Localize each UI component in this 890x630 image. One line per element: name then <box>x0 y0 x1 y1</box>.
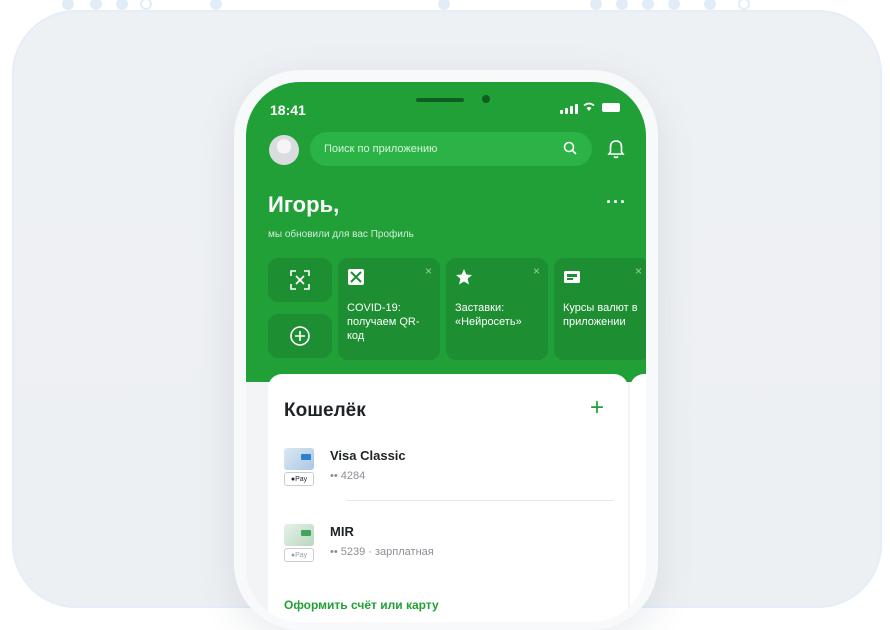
plus-circle-icon <box>290 326 310 346</box>
greeting-name: Игорь, <box>268 192 340 217</box>
battery-icon <box>602 103 620 112</box>
story-card[interactable]: × COVID-19: получаем QR-код <box>338 258 440 360</box>
story-card[interactable]: × Курсы валют в приложении <box>554 258 646 360</box>
dynamic-island <box>416 98 464 102</box>
search-input[interactable]: Поиск по приложению <box>310 132 592 166</box>
decorative-dot <box>668 0 680 10</box>
close-icon[interactable]: × <box>635 264 642 278</box>
decorative-dot <box>642 0 654 10</box>
next-card-edge <box>630 374 646 622</box>
decorative-dot <box>438 0 450 10</box>
decorative-dot <box>704 0 716 10</box>
currency-icon <box>564 271 580 283</box>
avatar[interactable] <box>269 135 299 165</box>
pay-badge: ●Pay <box>284 472 314 486</box>
greeting-subtitle[interactable]: мы обновили для вас Профиль <box>268 229 414 240</box>
wallet-item[interactable]: ●Pay MIR •• 5239 · зарплатная <box>284 524 614 588</box>
story-card-title: Заставки: «Нейросеть» <box>455 302 522 328</box>
wallet-item[interactable]: ●Pay Visa Classic •• 4284 <box>284 448 614 512</box>
qr-scan-button[interactable] <box>268 258 332 302</box>
bell-icon[interactable] <box>606 138 626 160</box>
card-number: •• 5239 · зарплатная <box>330 546 434 558</box>
decorative-ring <box>738 0 750 10</box>
decorative-dot <box>62 0 74 10</box>
add-card-button[interactable]: + <box>590 394 604 422</box>
card-thumbnail <box>284 524 314 546</box>
decorative-dot <box>616 0 628 10</box>
pay-badge: ●Pay <box>284 548 314 562</box>
wallet-title: Кошелёк <box>284 400 366 421</box>
story-card[interactable]: × Заставки: «Нейросеть» <box>446 258 548 360</box>
story-card-title: Курсы валют в приложении <box>563 302 638 328</box>
wifi-icon <box>583 102 595 111</box>
card-name: Visa Classic <box>330 448 406 463</box>
search-placeholder: Поиск по приложению <box>324 143 438 155</box>
camera-dot <box>482 95 490 103</box>
star-icon <box>456 269 472 285</box>
card-number: •• 4284 <box>330 470 366 482</box>
close-icon[interactable]: × <box>425 264 432 278</box>
decorative-ring <box>140 0 152 10</box>
status-time: 18:41 <box>270 102 306 118</box>
phone-screen: 18:41 Поиск по приложению Игорь, ··· мы … <box>246 82 646 622</box>
story-card-title: COVID-19: получаем QR-код <box>347 302 420 342</box>
decorative-dot <box>116 0 128 10</box>
qr-code-icon <box>348 269 364 285</box>
card-thumbnail <box>284 448 314 470</box>
open-account-link[interactable]: Оформить счёт или карту <box>284 598 439 612</box>
signal-icon <box>560 104 578 114</box>
more-button[interactable]: ··· <box>606 192 627 213</box>
close-icon[interactable]: × <box>533 264 540 278</box>
add-story-button[interactable] <box>268 314 332 358</box>
search-icon <box>563 141 577 155</box>
decorative-dot <box>210 0 222 10</box>
screenshot-stage: 18:41 Поиск по приложению Игорь, ··· мы … <box>0 0 890 630</box>
decorative-dot <box>590 0 602 10</box>
decorative-dot <box>90 0 102 10</box>
wallet-card: Кошелёк + ●Pay Visa Classic •• 4284 ●Pay… <box>268 374 628 622</box>
scan-icon <box>290 270 310 290</box>
card-name: MIR <box>330 524 354 539</box>
divider <box>346 500 614 501</box>
